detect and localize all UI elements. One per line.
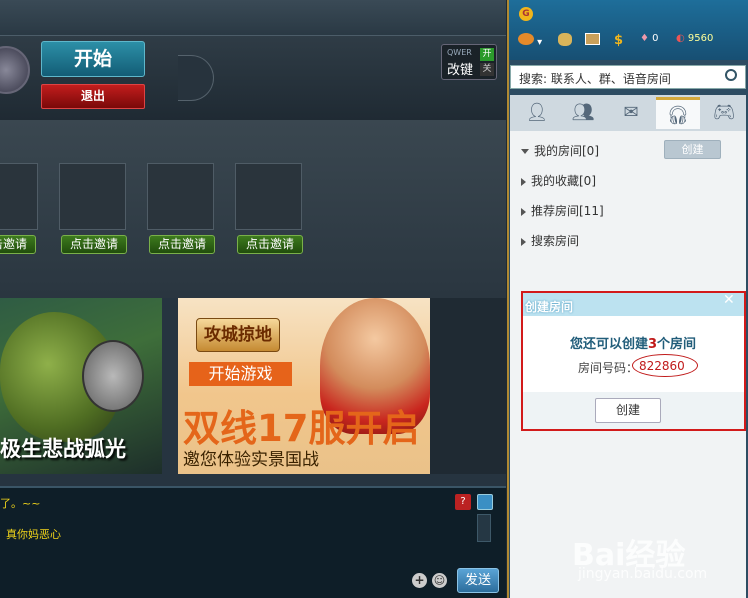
close-icon[interactable]: ✕ bbox=[723, 292, 735, 308]
person-icon: 👤︎ bbox=[525, 102, 549, 123]
game-top-bar bbox=[0, 0, 506, 36]
player-slot bbox=[147, 163, 214, 230]
banner-gap bbox=[430, 298, 506, 474]
tab-contacts[interactable]: 👤︎ bbox=[515, 97, 559, 129]
help-icon[interactable]: ? bbox=[455, 494, 471, 510]
invite-button[interactable]: 点击邀请 bbox=[237, 235, 303, 254]
tab-groups[interactable]: 👥︎ bbox=[561, 97, 605, 129]
chat-panel bbox=[0, 486, 506, 598]
keymap-off-toggle[interactable]: 关 bbox=[480, 63, 494, 76]
group-icon: 👥︎ bbox=[571, 102, 595, 123]
dialog-title: 创建房间 bbox=[525, 300, 574, 314]
player-slot bbox=[0, 163, 38, 230]
watermark-url: jingyan.baidu.com bbox=[578, 566, 708, 582]
banner-subline: 邀您体验实景国战 bbox=[183, 450, 319, 470]
quota-count: 3 bbox=[647, 337, 658, 352]
collapse-icon bbox=[521, 177, 526, 186]
gamepad-icon: 🎮︎ bbox=[712, 102, 736, 123]
gold-count: 9560 bbox=[687, 33, 714, 44]
bean-icon: ♦ bbox=[640, 33, 649, 44]
quota-suffix: 个房间 bbox=[657, 337, 697, 352]
confirm-create-button[interactable]: 创建 bbox=[595, 398, 661, 423]
tab-games[interactable]: 🎮︎ bbox=[702, 97, 746, 129]
headset-icon: 🎧︎ bbox=[666, 105, 690, 126]
chat-line: 了。~~ bbox=[0, 497, 41, 510]
beans-count: 0 bbox=[652, 33, 659, 44]
list-item-favorites[interactable]: 我的收藏[0] bbox=[521, 172, 596, 189]
list-item-label: 我的收藏[0] bbox=[531, 174, 596, 188]
quit-button[interactable]: 退出 bbox=[41, 84, 145, 109]
send-button[interactable]: 发送 bbox=[457, 568, 499, 593]
banner-left-text: 极生悲战弧光 bbox=[0, 437, 126, 461]
keymap-brand: QWER bbox=[447, 48, 472, 57]
player-slot bbox=[235, 163, 302, 230]
level-icon[interactable]: G bbox=[519, 7, 533, 21]
bag-icon[interactable] bbox=[558, 33, 572, 50]
list-item-my-rooms[interactable]: 我的房间[0] bbox=[521, 142, 599, 159]
search-placeholder: 搜索: 联系人、群、语音房间 bbox=[519, 72, 671, 86]
list-item-search-room[interactable]: 搜索房间 bbox=[521, 232, 579, 249]
chat-scrollbar[interactable] bbox=[477, 514, 491, 542]
highlight-ring bbox=[632, 354, 698, 377]
invite-button[interactable]: 点击邀请 bbox=[149, 235, 215, 254]
expand-icon bbox=[521, 149, 529, 154]
window-icon[interactable] bbox=[477, 494, 493, 510]
client-header bbox=[509, 0, 748, 60]
keymap-button[interactable]: QWER 改键 开 关 bbox=[441, 44, 497, 80]
invite-button[interactable]: 点击邀请 bbox=[61, 235, 127, 254]
list-item-label: 搜索房间 bbox=[531, 234, 580, 248]
collapse-icon bbox=[521, 207, 526, 216]
keymap-on-toggle[interactable]: 开 bbox=[480, 48, 494, 61]
room-number-label: 房间号码： bbox=[578, 361, 639, 375]
mood-icon[interactable]: ▾ bbox=[518, 33, 542, 50]
player-slot bbox=[59, 163, 126, 230]
beans-stat[interactable]: ♦ 0 bbox=[640, 33, 659, 50]
start-game-button[interactable]: 开始游戏 bbox=[189, 362, 292, 386]
create-room-button[interactable]: 创建 bbox=[664, 140, 721, 159]
shield-image bbox=[82, 340, 144, 412]
tab-recent[interactable]: ✉ bbox=[609, 97, 653, 129]
banner-headline: 双线17服开启 bbox=[183, 407, 420, 450]
collapse-icon bbox=[521, 237, 526, 246]
start-button[interactable]: 开始 bbox=[41, 41, 145, 77]
chat-line: 真你妈恶心 bbox=[6, 528, 61, 541]
room-quota-text: 您还可以创建3个房间 bbox=[524, 333, 742, 352]
emoji-icon[interactable]: ☺ bbox=[432, 573, 447, 588]
keymap-label: 改键 bbox=[447, 63, 474, 78]
game-logo: 攻城掠地 bbox=[196, 318, 280, 352]
gold-stat[interactable]: ◐ 9560 bbox=[676, 33, 713, 50]
chat-clock-icon: ✉ bbox=[623, 102, 639, 123]
list-item-label: 我的房间[0] bbox=[534, 144, 599, 158]
add-icon[interactable]: + bbox=[412, 573, 427, 588]
money-icon[interactable]: $ bbox=[614, 33, 623, 50]
computer-icon[interactable] bbox=[585, 33, 600, 50]
quota-prefix: 您还可以创建 bbox=[569, 337, 648, 352]
coin-icon: ◐ bbox=[676, 33, 685, 44]
list-item-label: 推荐房间[11] bbox=[531, 204, 604, 218]
invite-button[interactable]: 点击邀请 bbox=[0, 235, 36, 254]
tab-voice-rooms[interactable]: 🎧︎ bbox=[656, 97, 700, 129]
list-item-recommended[interactable]: 推荐房间[11] bbox=[521, 202, 604, 219]
dialog-body bbox=[526, 318, 740, 390]
search-input[interactable]: 搜索: 联系人、群、语音房间 bbox=[510, 65, 746, 89]
search-icon[interactable] bbox=[725, 69, 737, 81]
